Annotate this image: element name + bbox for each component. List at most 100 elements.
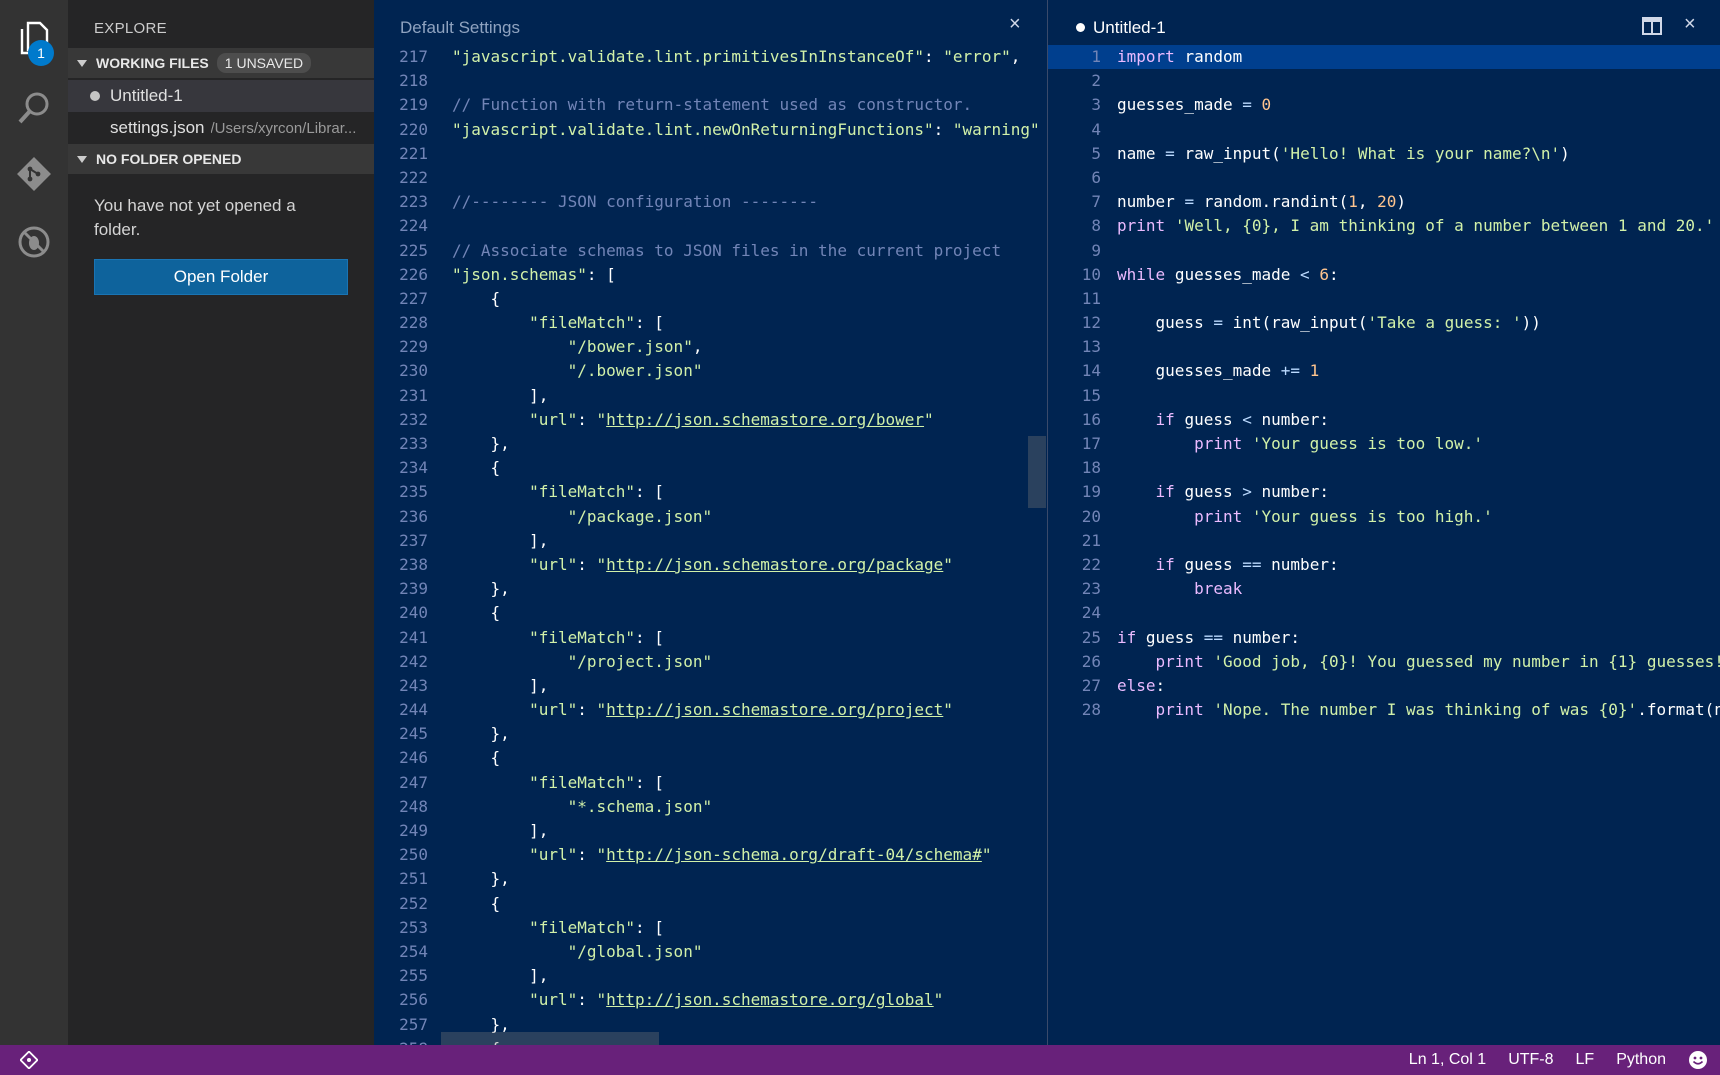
code-line[interactable]: 251 }, xyxy=(374,867,1040,891)
code-line[interactable]: 12 guess = int(raw_input('Take a guess: … xyxy=(1048,311,1720,335)
debug-activity-button[interactable] xyxy=(10,218,58,266)
code-line[interactable]: 252 { xyxy=(374,892,1040,916)
code-line[interactable]: 21 xyxy=(1048,529,1720,553)
code-line[interactable]: 1 import random xyxy=(1048,45,1720,69)
code-line[interactable]: 6 xyxy=(1048,166,1720,190)
code-line[interactable]: 25 if guess == number: xyxy=(1048,626,1720,650)
code-line[interactable]: 11 xyxy=(1048,287,1720,311)
eol-indicator[interactable]: LF xyxy=(1576,1051,1595,1069)
code-line[interactable]: 253 "fileMatch": [ xyxy=(374,916,1040,940)
code-line[interactable]: 244 "url": "http://json.schemastore.org/… xyxy=(374,698,1040,722)
code-line[interactable]: 237 ], xyxy=(374,529,1040,553)
close-icon[interactable]: × xyxy=(1009,13,1021,36)
git-activity-button[interactable] xyxy=(10,150,58,198)
open-folder-button[interactable]: Open Folder xyxy=(94,259,348,295)
code-line[interactable]: 226 "json.schemas": [ xyxy=(374,263,1040,287)
code-line[interactable]: 243 ], xyxy=(374,674,1040,698)
git-branch-icon[interactable] xyxy=(20,1051,38,1069)
code-line[interactable]: 219 // Function with return-statement use… xyxy=(374,93,1040,117)
code-line[interactable]: 17 print 'Your guess is too low.' xyxy=(1048,432,1720,456)
cursor-position[interactable]: Ln 1, Col 1 xyxy=(1409,1051,1486,1069)
tab-default-settings[interactable]: Default Settings xyxy=(400,18,520,38)
working-files-header[interactable]: WORKING FILES 1 UNSAVED xyxy=(68,48,374,78)
code-line[interactable]: 235 "fileMatch": [ xyxy=(374,480,1040,504)
line-number: 21 xyxy=(1081,530,1101,550)
tab-untitled[interactable]: Untitled-1 xyxy=(1076,18,1166,38)
working-file-settings[interactable]: settings.json /Users/xyrcon/Librar... xyxy=(68,112,374,144)
code-line[interactable]: 217 "javascript.validate.lint.primitivesI… xyxy=(374,45,1040,69)
code-line[interactable]: 221 xyxy=(374,142,1040,166)
line-number: 242 xyxy=(399,651,428,671)
code-line[interactable]: 223 //-------- JSON configuration -------… xyxy=(374,190,1040,214)
code-line[interactable]: 248 "*.schema.json" xyxy=(374,795,1040,819)
code-line[interactable]: 231 ], xyxy=(374,384,1040,408)
code-line[interactable]: 22 if guess == number: xyxy=(1048,553,1720,577)
code-line[interactable]: 4 xyxy=(1048,118,1720,142)
code-line[interactable]: 8 print 'Well, {0}, I am thinking of a nu… xyxy=(1048,214,1720,238)
code-line[interactable]: 250 "url": "http://json-schema.org/draft… xyxy=(374,843,1040,867)
code-line[interactable]: 232 "url": "http://json.schemastore.org/… xyxy=(374,408,1040,432)
search-activity-button[interactable] xyxy=(10,84,58,132)
split-editor-icon[interactable] xyxy=(1642,17,1662,35)
code-line[interactable]: 249 ], xyxy=(374,819,1040,843)
working-file-untitled[interactable]: Untitled-1 xyxy=(68,80,374,112)
line-text: else: xyxy=(1117,675,1166,695)
editor-untitled[interactable]: Untitled-1 × 1 import random 2 3 guesses_mad… xyxy=(1048,0,1720,1045)
editor-default-settings[interactable]: Default Settings × 217 "javascript.valida… xyxy=(374,0,1047,1045)
vertical-scrollbar-thumb[interactable] xyxy=(1028,436,1046,508)
close-icon[interactable]: × xyxy=(1684,13,1696,36)
code-line[interactable]: 23 break xyxy=(1048,577,1720,601)
line-number: 222 xyxy=(399,167,428,187)
code-line[interactable]: 224 xyxy=(374,214,1040,238)
code-line[interactable]: 3 guesses_made = 0 xyxy=(1048,93,1720,117)
code-line[interactable]: 26 print 'Good job, {0}! You guessed my … xyxy=(1048,650,1720,674)
line-number: 14 xyxy=(1081,361,1101,381)
code-line[interactable]: 233 }, xyxy=(374,432,1040,456)
language-mode[interactable]: Python xyxy=(1616,1051,1666,1069)
line-text xyxy=(1101,529,1117,553)
code-line[interactable]: 240 { xyxy=(374,601,1040,625)
line-text: if guess > number: xyxy=(1155,482,1329,502)
code-line[interactable]: 242 "/project.json" xyxy=(374,650,1040,674)
horizontal-scrollbar-thumb[interactable] xyxy=(441,1032,659,1045)
code-line[interactable]: 5 name = raw_input('Hello! What is your n… xyxy=(1048,142,1720,166)
code-line[interactable]: 24 xyxy=(1048,601,1720,625)
code-line[interactable]: 16 if guess < number: xyxy=(1048,408,1720,432)
code-line[interactable]: 236 "/package.json" xyxy=(374,505,1040,529)
code-line[interactable]: 222 xyxy=(374,166,1040,190)
code-line[interactable]: 14 guesses_made += 1 xyxy=(1048,359,1720,383)
code-line[interactable]: 256 "url": "http://json.schemastore.org/… xyxy=(374,988,1040,1012)
code-line[interactable]: 245 }, xyxy=(374,722,1040,746)
code-line[interactable]: 220 "javascript.validate.lint.newOnReturn… xyxy=(374,118,1040,142)
code-line[interactable]: 254 "/global.json" xyxy=(374,940,1040,964)
code-line[interactable]: 13 xyxy=(1048,335,1720,359)
code-line[interactable]: 239 }, xyxy=(374,577,1040,601)
code-line[interactable]: 18 xyxy=(1048,456,1720,480)
code-line[interactable]: 227 { xyxy=(374,287,1040,311)
code-line[interactable]: 234 { xyxy=(374,456,1040,480)
code-line[interactable]: 20 print 'Your guess is too high.' xyxy=(1048,505,1720,529)
code-line[interactable]: 229 "/bower.json", xyxy=(374,335,1040,359)
code-line[interactable]: 27 else: xyxy=(1048,674,1720,698)
encoding-indicator[interactable]: UTF-8 xyxy=(1508,1051,1553,1069)
code-line[interactable]: 238 "url": "http://json.schemastore.org/… xyxy=(374,553,1040,577)
code-line[interactable]: 9 xyxy=(1048,239,1720,263)
code-line[interactable]: 247 "fileMatch": [ xyxy=(374,771,1040,795)
code-line[interactable]: 218 xyxy=(374,69,1040,93)
code-area-right[interactable]: 1 import random 2 3 guesses_made = 0 4 5 name =… xyxy=(1048,45,1720,722)
code-line[interactable]: 7 number = random.randint(1, 20) xyxy=(1048,190,1720,214)
code-line[interactable]: 246 { xyxy=(374,746,1040,770)
code-line[interactable]: 230 "/.bower.json" xyxy=(374,359,1040,383)
code-line[interactable]: 28 print 'Nope. The number I was thinkin… xyxy=(1048,698,1720,722)
code-line[interactable]: 10 while guesses_made < 6: xyxy=(1048,263,1720,287)
code-line[interactable]: 228 "fileMatch": [ xyxy=(374,311,1040,335)
code-line[interactable]: 15 xyxy=(1048,384,1720,408)
code-line[interactable]: 19 if guess > number: xyxy=(1048,480,1720,504)
code-area-left[interactable]: 217 "javascript.validate.lint.primitivesI… xyxy=(374,45,1040,1045)
code-line[interactable]: 2 xyxy=(1048,69,1720,93)
code-line[interactable]: 225 // Associate schemas to JSON files in… xyxy=(374,239,1040,263)
code-line[interactable]: 255 ], xyxy=(374,964,1040,988)
no-folder-header[interactable]: NO FOLDER OPENED xyxy=(68,144,374,174)
code-line[interactable]: 241 "fileMatch": [ xyxy=(374,626,1040,650)
smiley-feedback-icon[interactable] xyxy=(1688,1050,1708,1070)
